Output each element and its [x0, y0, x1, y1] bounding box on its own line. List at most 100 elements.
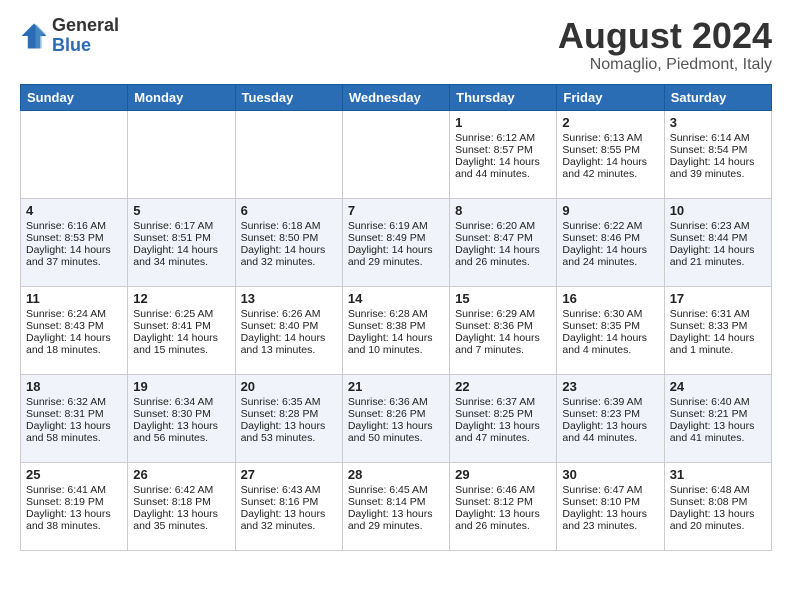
sunrise-text: Sunrise: 6:47 AM [562, 484, 642, 496]
daylight-text: Daylight: 13 hours and 58 minutes. [26, 420, 111, 444]
daylight-text: Daylight: 13 hours and 35 minutes. [133, 508, 218, 532]
day-number: 15 [455, 291, 551, 306]
table-row [342, 110, 449, 198]
sunrise-text: Sunrise: 6:17 AM [133, 220, 213, 232]
table-row: 18 Sunrise: 6:32 AMSunset: 8:31 PMDayligh… [21, 374, 128, 462]
day-number: 21 [348, 379, 444, 394]
calendar-table: Sunday Monday Tuesday Wednesday Thursday… [20, 84, 772, 551]
sunrise-text: Sunrise: 6:40 AM [670, 396, 750, 408]
day-number: 31 [670, 467, 766, 482]
table-row: 17Sunrise: 6:31 AMSunset: 8:33 PMDayligh… [664, 286, 771, 374]
day-number: 17 [670, 291, 766, 306]
table-row: 10Sunrise: 6:23 AMSunset: 8:44 PMDayligh… [664, 198, 771, 286]
day-number: 18 [26, 379, 122, 394]
daylight-text: Daylight: 13 hours and 53 minutes. [241, 420, 326, 444]
sunset-text: Sunset: 8:08 PM [670, 496, 748, 508]
sunset-text: Sunset: 8:41 PM [133, 320, 211, 332]
daylight-text: Daylight: 13 hours and 44 minutes. [562, 420, 647, 444]
sunset-text: Sunset: 8:19 PM [26, 496, 104, 508]
sunrise-text: Sunrise: 6:12 AM [455, 132, 535, 144]
day-number: 11 [26, 291, 122, 306]
col-monday: Monday [128, 84, 235, 110]
table-row [235, 110, 342, 198]
daylight-text: Daylight: 14 hours and 15 minutes. [133, 332, 218, 356]
table-row [128, 110, 235, 198]
daylight-text: Daylight: 14 hours and 24 minutes. [562, 244, 647, 268]
header-row: Sunday Monday Tuesday Wednesday Thursday… [21, 84, 772, 110]
table-row: 7Sunrise: 6:19 AMSunset: 8:49 PMDaylight… [342, 198, 449, 286]
daylight-text: Daylight: 13 hours and 20 minutes. [670, 508, 755, 532]
table-row: 6Sunrise: 6:18 AMSunset: 8:50 PMDaylight… [235, 198, 342, 286]
daylight-text: Daylight: 13 hours and 50 minutes. [348, 420, 433, 444]
daylight-text: Daylight: 14 hours and 13 minutes. [241, 332, 326, 356]
day-number: 27 [241, 467, 337, 482]
sunrise-text: Sunrise: 6:37 AM [455, 396, 535, 408]
daylight-text: Daylight: 13 hours and 26 minutes. [455, 508, 540, 532]
table-row: 15Sunrise: 6:29 AMSunset: 8:36 PMDayligh… [450, 286, 557, 374]
day-number: 30 [562, 467, 658, 482]
daylight-text: Daylight: 13 hours and 23 minutes. [562, 508, 647, 532]
sunrise-text: Sunrise: 6:14 AM [670, 132, 750, 144]
daylight-text: Daylight: 14 hours and 39 minutes. [670, 156, 755, 180]
logo-general: General [52, 16, 119, 36]
calendar-subtitle: Nomaglio, Piedmont, Italy [558, 56, 772, 74]
sunset-text: Sunset: 8:50 PM [241, 232, 319, 244]
sunset-text: Sunset: 8:47 PM [455, 232, 533, 244]
sunrise-text: Sunrise: 6:42 AM [133, 484, 213, 496]
sunrise-text: Sunrise: 6:39 AM [562, 396, 642, 408]
sunset-text: Sunset: 8:21 PM [670, 408, 748, 420]
sunset-text: Sunset: 8:25 PM [455, 408, 533, 420]
logo: General Blue [20, 16, 119, 56]
sunset-text: Sunset: 8:38 PM [348, 320, 426, 332]
calendar-week-row: 11Sunrise: 6:24 AMSunset: 8:43 PMDayligh… [21, 286, 772, 374]
sunset-text: Sunset: 8:36 PM [455, 320, 533, 332]
sunrise-text: Sunrise: 6:22 AM [562, 220, 642, 232]
sunrise-text: Sunrise: 6:36 AM [348, 396, 428, 408]
sunrise-text: Sunrise: 6:25 AM [133, 308, 213, 320]
table-row: 9Sunrise: 6:22 AMSunset: 8:46 PMDaylight… [557, 198, 664, 286]
daylight-text: Daylight: 13 hours and 47 minutes. [455, 420, 540, 444]
day-number: 6 [241, 203, 337, 218]
sunrise-text: Sunrise: 6:19 AM [348, 220, 428, 232]
sunrise-text: Sunrise: 6:28 AM [348, 308, 428, 320]
sunset-text: Sunset: 8:33 PM [670, 320, 748, 332]
logo-text: General Blue [52, 16, 119, 56]
sunrise-text: Sunrise: 6:46 AM [455, 484, 535, 496]
table-row: 25Sunrise: 6:41 AMSunset: 8:19 PMDayligh… [21, 462, 128, 550]
sunset-text: Sunset: 8:23 PM [562, 408, 640, 420]
sunset-text: Sunset: 8:35 PM [562, 320, 640, 332]
sunset-text: Sunset: 8:54 PM [670, 144, 748, 156]
col-thursday: Thursday [450, 84, 557, 110]
sunrise-text: Sunrise: 6:35 AM [241, 396, 321, 408]
daylight-text: Daylight: 14 hours and 7 minutes. [455, 332, 540, 356]
sunrise-text: Sunrise: 6:30 AM [562, 308, 642, 320]
daylight-text: Daylight: 14 hours and 29 minutes. [348, 244, 433, 268]
day-number: 5 [133, 203, 229, 218]
day-number: 13 [241, 291, 337, 306]
sunrise-text: Sunrise: 6:32 AM [26, 396, 106, 408]
day-number: 26 [133, 467, 229, 482]
table-row: 29Sunrise: 6:46 AMSunset: 8:12 PMDayligh… [450, 462, 557, 550]
sunset-text: Sunset: 8:31 PM [26, 408, 104, 420]
sunset-text: Sunset: 8:49 PM [348, 232, 426, 244]
logo-icon [20, 22, 48, 50]
daylight-text: Daylight: 14 hours and 4 minutes. [562, 332, 647, 356]
table-row: 2Sunrise: 6:13 AMSunset: 8:55 PMDaylight… [557, 110, 664, 198]
table-row: 27 Sunrise: 6:43 AMSunset: 8:16 PMDayligh… [235, 462, 342, 550]
sunrise-text: Sunrise: 6:24 AM [26, 308, 106, 320]
day-number: 16 [562, 291, 658, 306]
sunset-text: Sunset: 8:12 PM [455, 496, 533, 508]
sunset-text: Sunset: 8:16 PM [241, 496, 319, 508]
daylight-text: Daylight: 13 hours and 32 minutes. [241, 508, 326, 532]
sunrise-text: Sunrise: 6:43 AM [241, 484, 321, 496]
col-wednesday: Wednesday [342, 84, 449, 110]
col-saturday: Saturday [664, 84, 771, 110]
daylight-text: Daylight: 14 hours and 42 minutes. [562, 156, 647, 180]
daylight-text: Daylight: 14 hours and 34 minutes. [133, 244, 218, 268]
day-number: 19 [133, 379, 229, 394]
day-number: 24 [670, 379, 766, 394]
day-number: 28 [348, 467, 444, 482]
day-number: 2 [562, 115, 658, 130]
day-number: 14 [348, 291, 444, 306]
table-row: 5Sunrise: 6:17 AMSunset: 8:51 PMDaylight… [128, 198, 235, 286]
